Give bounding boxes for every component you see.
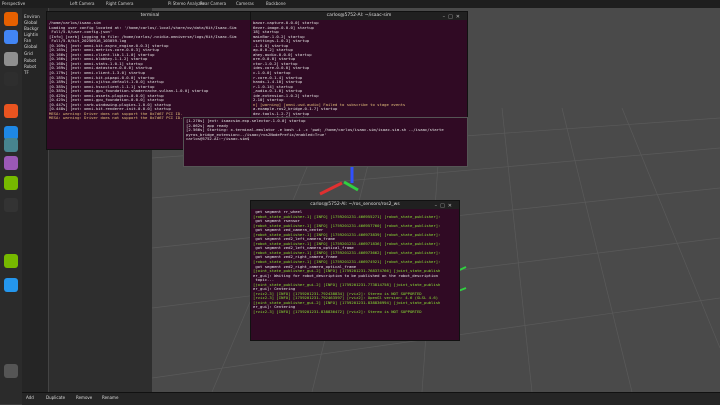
stage-toolbar: Add Duplicate Remove Rename	[22, 392, 720, 405]
stage-item[interactable]: Global	[24, 20, 37, 25]
stage-item[interactable]: Robot	[24, 58, 36, 63]
nvidia-icon[interactable]	[4, 254, 18, 268]
remove-button[interactable]: Remove	[76, 395, 92, 400]
terminal-line: [rviz2-3] [INFO] [1759201231.838836472] …	[253, 310, 422, 315]
rviz-icon[interactable]	[4, 198, 18, 212]
stage-tree: Environ Global Backgr Lightin Fan Global…	[22, 8, 49, 396]
application-dock	[0, 8, 23, 404]
viewport-tab-bar: Perspective Left Camera Right Camera Pi …	[0, 0, 720, 8]
rename-button[interactable]: Rename	[102, 395, 118, 400]
stage-item[interactable]: Global	[24, 44, 37, 49]
terminal-title: terminal	[140, 13, 160, 18]
tab-backbone[interactable]: Backbone	[266, 1, 286, 7]
axis-x	[319, 181, 343, 196]
app-store-icon[interactable]	[4, 104, 18, 118]
terminal-title: carlos@5752-AI: ~/ros_sensors/ros2_ws	[310, 202, 400, 207]
axis-y	[343, 180, 359, 192]
terminal-window-ros[interactable]: carlos@5752-AI: ~/ros_sensors/ros2_ws –□…	[250, 200, 460, 341]
tab-rear-camera[interactable]: Rear Camera	[200, 1, 226, 7]
terminal-output[interactable]: get segment rr_wheel [robot_state_publish…	[251, 209, 459, 316]
tab-right-camera[interactable]: Right Camera	[106, 1, 134, 7]
terminal-line: carlos@5752-AI:~/isaac-sim$	[186, 136, 252, 142]
terminal-title-bar[interactable]: carlos@5752-AI: ~/isaac-sim –□✕	[251, 12, 467, 20]
tab-stereo-analyzer[interactable]: Pi Stereo Analyzer	[168, 1, 204, 7]
terminal-line: er_gui]: Waiting for robot_description t…	[253, 273, 439, 278]
stage-item[interactable]: Robot	[24, 64, 36, 69]
stage-item[interactable]: Fan	[24, 38, 31, 43]
terminal-title: carlos@5752-AI: ~/isaac-sim	[326, 13, 392, 18]
firefox-icon[interactable]	[4, 12, 18, 26]
terminal-output[interactable]: /home/carlos/isaac-sim Loading user confi…	[47, 20, 253, 122]
stage-item[interactable]: Lightin	[24, 32, 38, 37]
electron-icon[interactable]	[4, 138, 18, 152]
tab-left-camera[interactable]: Left Camera	[70, 1, 95, 7]
tab-perspective[interactable]: Perspective	[2, 1, 25, 7]
settings-icon[interactable]	[4, 156, 18, 170]
docker-icon[interactable]	[4, 278, 18, 292]
stage-item[interactable]: Backgr	[24, 26, 39, 31]
stage-item[interactable]: Environ	[24, 14, 40, 19]
chrome-icon[interactable]	[4, 30, 18, 44]
tab-cameras[interactable]: Cameras	[236, 1, 254, 7]
terminal-output-tail[interactable]: [1.270s] [ext: isaacsim.exp.selector-1.0…	[183, 117, 468, 167]
isaac-icon[interactable]	[4, 176, 18, 190]
files-icon[interactable]	[4, 52, 18, 66]
add-button[interactable]: Add	[26, 395, 34, 400]
stage-item[interactable]: Grid	[24, 51, 33, 56]
duplicate-button[interactable]: Duplicate	[46, 395, 65, 400]
trash-icon[interactable]	[4, 364, 18, 378]
stage-item[interactable]: TF	[24, 70, 29, 75]
terminal-title-bar[interactable]: terminal	[47, 12, 253, 20]
terminal-title-bar[interactable]: carlos@5752-AI: ~/ros_sensors/ros2_ws –□…	[251, 201, 459, 209]
terminal-icon[interactable]	[4, 72, 18, 86]
window-controls-icon[interactable]: –□✕	[443, 13, 463, 21]
window-controls-icon[interactable]: –□✕	[435, 202, 455, 210]
